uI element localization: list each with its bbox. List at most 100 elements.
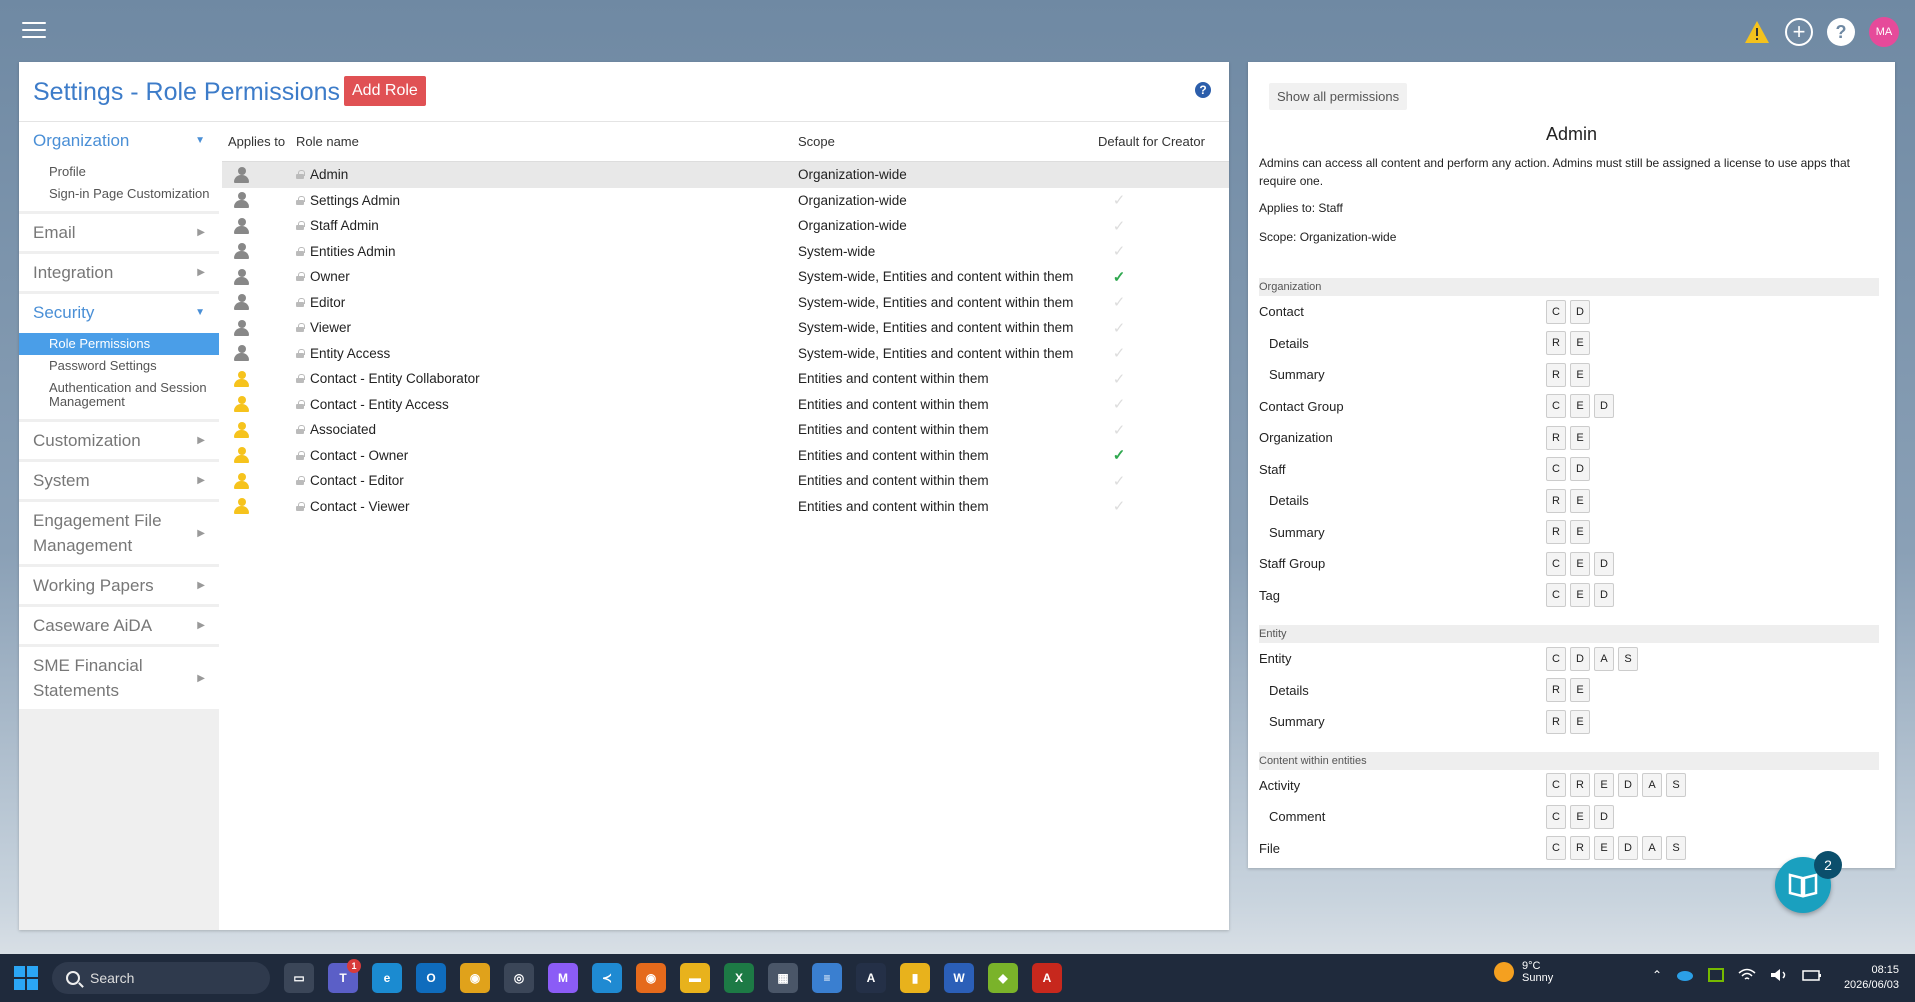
column-header-scope[interactable]: Scope	[798, 134, 1098, 149]
windows-start-icon[interactable]	[14, 966, 38, 990]
battery-icon[interactable]	[1802, 969, 1822, 981]
table-row[interactable]: Associated Entities and content within th…	[222, 417, 1229, 443]
nvidia-icon[interactable]	[1708, 968, 1725, 982]
help-icon[interactable]: ?	[1827, 18, 1855, 46]
checkmark-inactive-icon[interactable]: ✓	[1110, 370, 1128, 388]
add-icon[interactable]: +	[1785, 18, 1813, 46]
sidebar-header[interactable]: Organization ▼	[19, 122, 219, 159]
outlook-icon[interactable]: O	[416, 963, 446, 993]
permission-section: Content within entities Activity C R E D A S Com…	[1259, 751, 1879, 865]
caret-right-icon: ▶	[197, 620, 205, 631]
weather-widget[interactable]: 9°C Sunny	[1494, 960, 1553, 984]
checkmark-inactive-icon[interactable]: ✓	[1110, 472, 1128, 490]
app-green-icon[interactable]: ◆	[988, 963, 1018, 993]
checkmark-inactive-icon[interactable]: ✓	[1110, 497, 1128, 515]
sidebar-header[interactable]: Customization ▶	[19, 422, 219, 459]
lock-icon	[296, 323, 305, 333]
column-header-applies[interactable]: Applies to	[222, 134, 296, 149]
sidebar-header[interactable]: Email ▶	[19, 214, 219, 251]
sidebar-item[interactable]: Sign-in Page Customization	[19, 183, 219, 205]
checkmark-inactive-icon[interactable]: ✓	[1110, 217, 1128, 235]
checkmark-inactive-icon[interactable]: ✓	[1110, 293, 1128, 311]
column-header-role-name[interactable]: Role name	[296, 134, 798, 149]
task-view-icon[interactable]: ▭	[284, 963, 314, 993]
table-row[interactable]: Settings Admin Organization-wide ✓	[222, 188, 1229, 214]
wifi-icon[interactable]	[1738, 968, 1756, 982]
m365-icon[interactable]: M	[548, 963, 578, 993]
permission-section: Entity Entity C D A S Details R E Summary R E	[1259, 625, 1879, 738]
show-all-permissions-button[interactable]: Show all permissions	[1269, 83, 1408, 110]
calculator-icon[interactable]: ▦	[768, 963, 798, 993]
sidebar-header[interactable]: Caseware AiDA ▶	[19, 607, 219, 644]
sidebar-item[interactable]: Role Permissions	[19, 333, 219, 355]
table-row[interactable]: Contact - Owner Entities and content with…	[222, 443, 1229, 469]
add-role-button[interactable]: Add Role	[344, 76, 426, 106]
table-row[interactable]: Owner System-wide, Entities and content w…	[222, 264, 1229, 290]
table-row[interactable]: Viewer System-wide, Entities and content …	[222, 315, 1229, 341]
sidebar-item[interactable]: Profile	[19, 161, 219, 183]
permission-label: Details	[1269, 335, 1309, 351]
sidebar-header[interactable]: System ▶	[19, 462, 219, 499]
checkmark-inactive-icon[interactable]: ✓	[1110, 191, 1128, 209]
table-row[interactable]: Contact - Viewer Entities and content wit…	[222, 494, 1229, 520]
taskbar-clock[interactable]: 08:15 2026/06/03	[1844, 963, 1899, 993]
app-glyph: T	[339, 971, 347, 985]
word-icon[interactable]: W	[944, 963, 974, 993]
app-a-icon[interactable]: A	[856, 963, 886, 993]
permission-label: Staff Group	[1259, 556, 1326, 572]
table-row[interactable]: Contact - Editor Entities and content wit…	[222, 468, 1229, 494]
table-row[interactable]: Contact - Entity Access Entities and cont…	[222, 392, 1229, 418]
permission-label: Details	[1269, 493, 1309, 509]
sidebar-header[interactable]: Engagement File Management ▶	[19, 502, 219, 564]
checkmark-icon[interactable]: ✓	[1110, 268, 1128, 286]
table-row[interactable]: Admin Organization-wide	[222, 162, 1229, 188]
tray-overflow-icon[interactable]: ⌃	[1652, 968, 1662, 982]
role-name: Entities Admin	[310, 243, 396, 259]
sidebar-header-label: SME Financial Statements	[33, 656, 143, 700]
taskbar-search[interactable]: Search	[52, 962, 270, 994]
permission-label: Contact	[1259, 304, 1304, 320]
checkmark-icon[interactable]: ✓	[1110, 446, 1128, 464]
table-row[interactable]: Editor System-wide, Entities and content …	[222, 290, 1229, 316]
app-circle-icon[interactable]: ◎	[504, 963, 534, 993]
volume-icon[interactable]	[1770, 968, 1788, 982]
sidebar-item[interactable]: Authentication and Session Management	[19, 377, 219, 413]
vscode-icon[interactable]: ≺	[592, 963, 622, 993]
permission-section-title: Content within entities	[1259, 751, 1879, 770]
permission-badge: D	[1618, 836, 1638, 861]
sidebar-header[interactable]: Working Papers ▶	[19, 567, 219, 604]
permission-badge: D	[1570, 299, 1590, 324]
table-row[interactable]: Entity Access System-wide, Entities and c…	[222, 341, 1229, 367]
power-bi-icon[interactable]: ▮	[900, 963, 930, 993]
role-name: Contact - Entity Access	[310, 396, 449, 412]
acrobat-icon[interactable]: A	[1032, 963, 1062, 993]
firefox-icon[interactable]: ◉	[636, 963, 666, 993]
sidebar-header[interactable]: Security ▼	[19, 294, 219, 331]
checkmark-inactive-icon[interactable]: ✓	[1110, 395, 1128, 413]
sidebar-header[interactable]: Integration ▶	[19, 254, 219, 291]
hamburger-menu-icon[interactable]	[22, 22, 46, 40]
edge-icon[interactable]: e	[372, 963, 402, 993]
table-row[interactable]: Staff Admin Organization-wide ✓	[222, 213, 1229, 239]
table-row[interactable]: Contact - Entity Collaborator Entities an…	[222, 366, 1229, 392]
table-row[interactable]: Entities Admin System-wide ✓	[222, 239, 1229, 265]
onedrive-icon[interactable]	[1676, 969, 1694, 981]
checkmark-inactive-icon[interactable]: ✓	[1110, 344, 1128, 362]
checkmark-inactive-icon[interactable]: ✓	[1110, 421, 1128, 439]
sidebar-item[interactable]: Password Settings	[19, 355, 219, 377]
role-name: Contact - Owner	[310, 447, 409, 463]
file-explorer-icon[interactable]: ▬	[680, 963, 710, 993]
caret-down-icon: ▼	[195, 307, 205, 318]
teams-icon[interactable]: T1	[328, 959, 361, 993]
sidebar-header[interactable]: SME Financial Statements ▶	[19, 647, 219, 709]
column-header-default[interactable]: Default for Creator	[1098, 134, 1228, 149]
warning-icon[interactable]	[1743, 18, 1771, 46]
help-icon[interactable]: ?	[1195, 82, 1211, 98]
checkmark-inactive-icon[interactable]: ✓	[1110, 242, 1128, 260]
chrome-icon[interactable]: ◉	[460, 963, 490, 993]
checkmark-inactive-icon[interactable]: ✓	[1110, 319, 1128, 337]
notepad-icon[interactable]: ≡	[812, 963, 842, 993]
excel-icon[interactable]: X	[724, 963, 754, 993]
user-avatar[interactable]: MA	[1869, 17, 1899, 47]
role-scope: System-wide, Entities and content within…	[798, 294, 1074, 310]
